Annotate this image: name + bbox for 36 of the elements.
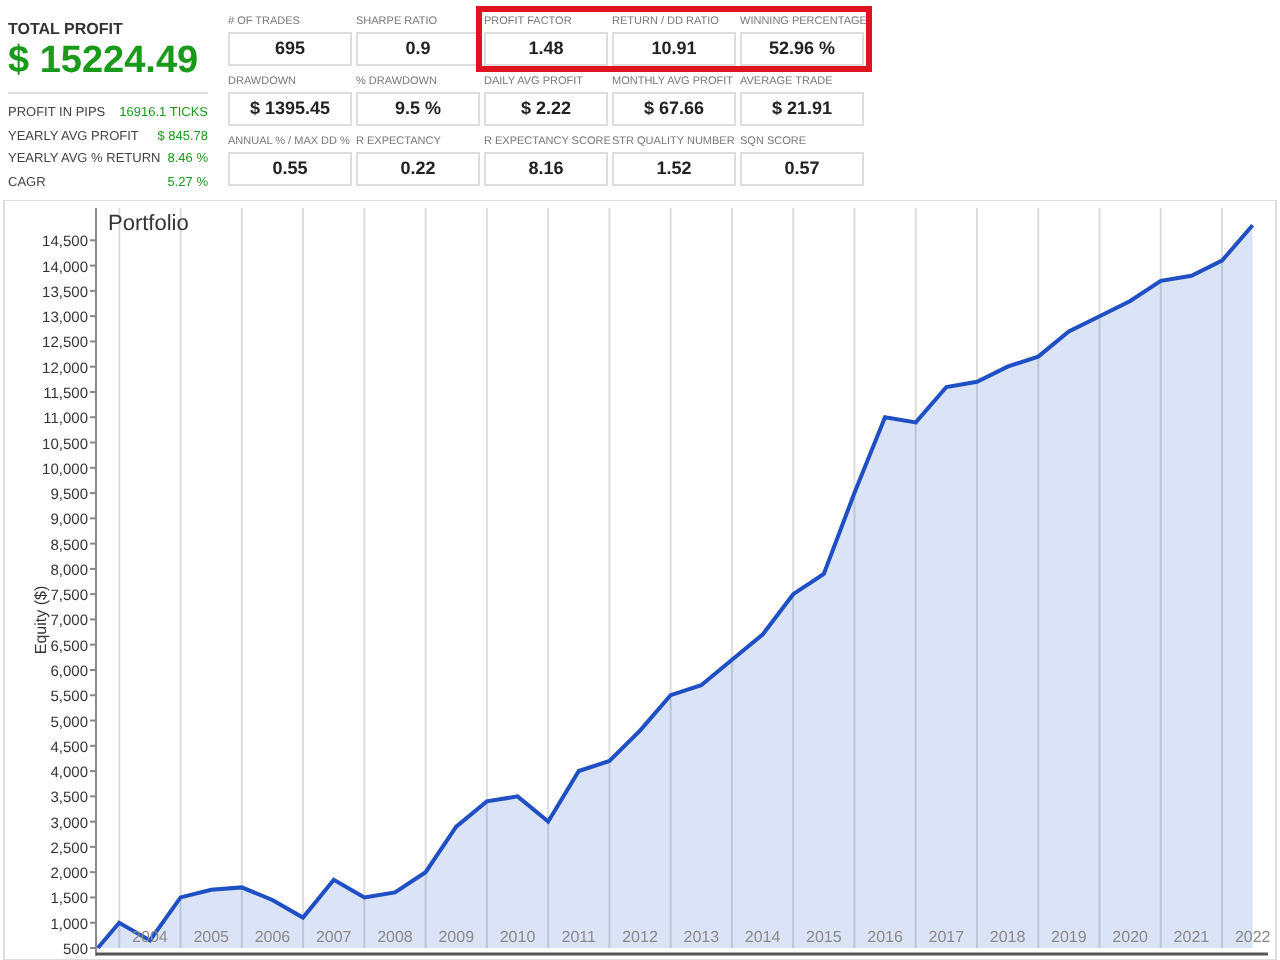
x-tick-label: 2009: [438, 928, 475, 946]
x-tick-label: 2021: [1173, 928, 1210, 946]
x-tick-label: 2020: [1112, 928, 1148, 946]
metric-value: $ 2.22: [484, 92, 608, 126]
x-tick-label: 2008: [377, 928, 413, 946]
x-tick-label: 2010: [499, 928, 536, 946]
total-profit-label: TOTAL PROFIT: [8, 20, 125, 38]
metric-value: $ 1395.45: [228, 92, 352, 126]
metric-value: 8.16: [484, 152, 608, 186]
metric-value: 0.57: [740, 152, 864, 186]
metric-value: 0.55: [228, 152, 352, 186]
total-profit-value: $ 15224.49: [8, 38, 199, 86]
metric-value: $ 21.91: [740, 92, 864, 126]
metric-value: $ 67.66: [612, 92, 736, 126]
x-tick-label: 2012: [622, 928, 658, 946]
metric-value: 52.96 %: [740, 32, 864, 66]
x-tick-label: 2005: [193, 928, 229, 946]
metric-value: 0.22: [356, 152, 480, 186]
chart-title: Portfolio: [108, 212, 189, 236]
metric-value: 695: [228, 32, 352, 66]
x-tick-label: 2007: [315, 928, 352, 946]
x-tick-label: 2014: [744, 928, 781, 946]
x-tick-label: 2015: [806, 928, 842, 946]
x-tick-label: 2022: [1234, 928, 1271, 946]
y-axis-title: Equity ($): [32, 585, 50, 655]
metric-value: 1.48: [484, 32, 608, 66]
metric-value: 10.91: [612, 32, 736, 66]
x-tick-label: 2019: [1051, 928, 1087, 946]
x-tick-label: 2006: [254, 928, 291, 946]
x-tick-label: 2016: [867, 928, 903, 946]
metric-value: 1.52: [612, 152, 736, 186]
metric-value: 9.5 %: [356, 92, 480, 126]
x-tick-label: 2011: [561, 928, 596, 946]
x-tick-label: 2017: [928, 928, 965, 946]
x-tick-label: 2013: [683, 928, 720, 946]
x-tick-label: 2018: [989, 928, 1026, 946]
